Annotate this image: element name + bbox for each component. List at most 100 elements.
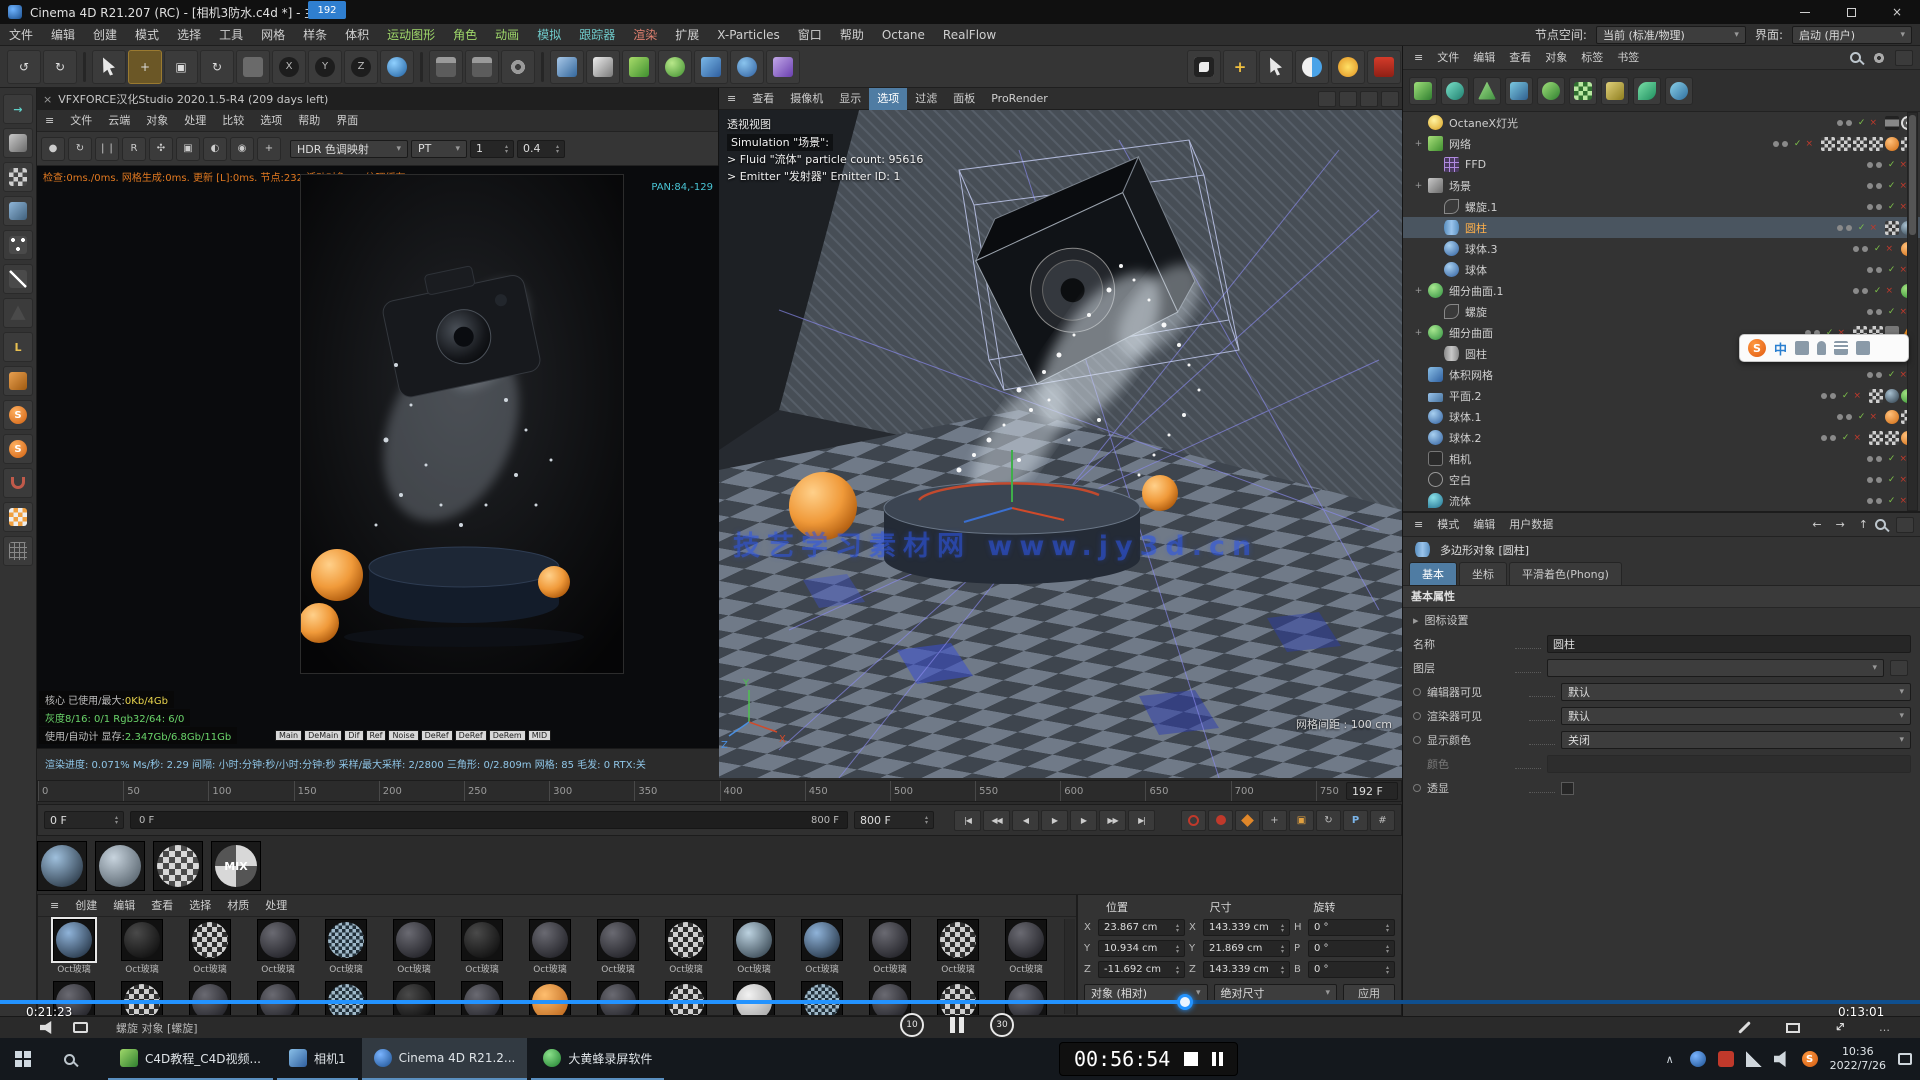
visibility-dots[interactable] — [1867, 309, 1882, 315]
disable-x-icon[interactable]: × — [1899, 202, 1907, 212]
viewport-canvas[interactable]: Y X Z — [719, 110, 1402, 778]
screen-icon[interactable] — [73, 1022, 88, 1033]
material-thumb[interactable] — [1005, 919, 1047, 961]
render-pass-tab[interactable]: Main — [275, 730, 302, 741]
toolbox-icon[interactable] — [1856, 341, 1870, 355]
menu-item[interactable]: RealFlow — [934, 28, 1005, 42]
enable-check-icon[interactable]: ✓ — [1874, 244, 1882, 254]
disable-x-icon[interactable]: × — [1869, 223, 1877, 233]
taskbar-search-button[interactable] — [46, 1038, 92, 1080]
polygons-mode-icon[interactable] — [3, 298, 33, 328]
position-field[interactable]: -11.692 cm▴▾ — [1098, 961, 1185, 978]
record-rotation-button[interactable]: ↻ — [1316, 810, 1341, 831]
search-icon[interactable] — [1875, 519, 1886, 530]
hamburger-icon[interactable]: ≡ — [42, 895, 67, 917]
tag-chip[interactable] — [1869, 389, 1883, 403]
enable-snap-icon[interactable]: S — [3, 400, 33, 430]
enable-check-icon[interactable]: ✓ — [1858, 223, 1866, 233]
prev-key-button[interactable]: ◀◀ — [983, 810, 1010, 831]
material-item[interactable]: Oct玻璃 — [380, 919, 448, 977]
tonemap-dropdown[interactable]: HDR 色调映射 — [290, 140, 408, 158]
octane-lock-icon[interactable]: ▣ — [176, 137, 200, 161]
material-item[interactable]: Oct玻璃 — [788, 981, 856, 1016]
disable-x-icon[interactable]: × — [1899, 496, 1907, 506]
visibility-dots[interactable] — [1821, 393, 1836, 399]
tray-network-icon[interactable] — [1746, 1051, 1762, 1067]
magnet-icon[interactable] — [3, 468, 33, 498]
visibility-dots[interactable] — [1867, 477, 1882, 483]
object-row[interactable]: 平面.2 ✓ × — [1403, 385, 1920, 406]
menu-item[interactable]: 动画 — [486, 28, 528, 42]
render-pass-tab[interactable]: DeRem — [489, 730, 526, 741]
add-field-menu[interactable] — [730, 50, 764, 84]
pen-icon[interactable] — [1795, 341, 1809, 355]
enable-check-icon[interactable]: ✓ — [1888, 265, 1896, 275]
material-thumb[interactable] — [461, 981, 503, 1016]
volume-icon[interactable] — [40, 1021, 55, 1034]
z-axis-lock-button[interactable]: Z — [344, 50, 378, 84]
timeline-ruler[interactable]: 0501001502002503003504004505005506006507… — [37, 780, 1402, 802]
material-thumb[interactable] — [665, 981, 707, 1016]
disable-x-icon[interactable]: × — [1899, 181, 1907, 191]
octane-menu-item[interactable]: 文件 — [62, 110, 100, 132]
enable-axis-icon[interactable] — [3, 366, 33, 396]
size-field[interactable]: 143.339 cm▴▾ — [1203, 961, 1290, 978]
quantize-icon[interactable] — [3, 502, 33, 532]
undo-icon[interactable]: ↺ — [7, 50, 41, 84]
material-menu-item[interactable]: 创建 — [67, 895, 105, 917]
expand-icon[interactable]: + — [1413, 286, 1424, 296]
octane-restart-icon[interactable]: ↻ — [68, 137, 92, 161]
tray-volume-icon[interactable] — [1774, 1051, 1790, 1067]
material-item[interactable]: Oct玻璃 — [244, 981, 312, 1016]
octane-settings-icon[interactable]: ✣ — [149, 137, 173, 161]
octane-pause-icon[interactable]: ❘❘ — [95, 137, 119, 161]
octane-render-canvas[interactable]: 检查:0ms./0ms. 网格生成:0ms. 更新 [L]:0ms. 节点:23… — [37, 166, 719, 748]
mic-icon[interactable] — [1817, 341, 1826, 355]
node-space-dropdown[interactable]: 当前 (标准/物理) — [1596, 26, 1746, 44]
filter-icon[interactable] — [1895, 50, 1913, 66]
disable-x-icon[interactable]: × — [1899, 454, 1907, 464]
menu-item[interactable]: 创建 — [84, 28, 126, 42]
add-volume-menu[interactable] — [694, 50, 728, 84]
timeline-playhead[interactable]: 192 — [308, 1, 346, 19]
material-item[interactable]: Oct玻璃 — [108, 981, 176, 1016]
menu-item[interactable]: X-Particles — [708, 28, 789, 42]
popup-player-icon[interactable] — [1786, 1023, 1800, 1033]
material-thumb[interactable] — [869, 919, 911, 961]
material-menu-item[interactable]: 选择 — [181, 895, 219, 917]
gamma-field[interactable]: 0.4▴▾ — [517, 140, 565, 158]
forward-30-button[interactable]: 30 — [990, 1013, 1014, 1037]
material-preview-mix[interactable]: MIX — [211, 841, 261, 891]
object-row[interactable]: OctaneX灯光 ✓ × — [1403, 112, 1920, 133]
stop-recording-button[interactable] — [1184, 1052, 1198, 1066]
object-row[interactable]: FFD ✓ × — [1403, 154, 1920, 175]
rotation-field[interactable]: 0 °▴▾ — [1308, 961, 1395, 978]
rotation-field[interactable]: 0 °▴▾ — [1308, 919, 1395, 936]
expand-icon[interactable]: + — [1413, 328, 1424, 338]
object-row[interactable]: + 场景 ✓ × — [1403, 175, 1920, 196]
qr-code-icon[interactable] — [1187, 50, 1221, 84]
material-thumb[interactable] — [665, 919, 707, 961]
octane-close-icon[interactable]: × — [43, 93, 52, 106]
disable-x-icon[interactable]: × — [1805, 139, 1813, 149]
material-item[interactable]: Oct玻璃 — [516, 919, 584, 977]
viewport-menu-item[interactable]: 摄像机 — [782, 88, 831, 110]
enable-check-icon[interactable]: ✓ — [1888, 454, 1896, 464]
redo-icon[interactable]: ↻ — [43, 50, 77, 84]
rotation-field[interactable]: 0 °▴▾ — [1308, 940, 1395, 957]
name-field[interactable]: 圆柱 — [1547, 635, 1911, 653]
octane-menu-item[interactable]: 比较 — [214, 110, 252, 132]
material-item[interactable]: Oct玻璃 — [40, 919, 108, 977]
autokey-button[interactable] — [1181, 810, 1206, 831]
taskbar-app[interactable]: 相机1 — [277, 1038, 358, 1080]
visibility-dots[interactable] — [1867, 183, 1882, 189]
record-position-button[interactable]: + — [1262, 810, 1287, 831]
pause-button[interactable] — [950, 1017, 964, 1033]
menu-item[interactable]: 窗口 — [789, 28, 831, 42]
hamburger-icon[interactable]: ≡ — [37, 110, 62, 132]
viewport-maximize-icon[interactable] — [1318, 91, 1336, 107]
material-item[interactable]: Oct玻璃 — [856, 981, 924, 1016]
add-deformer-menu[interactable] — [766, 50, 800, 84]
layer-browse-icon[interactable] — [1890, 660, 1908, 676]
material-menu-item[interactable]: 材质 — [219, 895, 257, 917]
